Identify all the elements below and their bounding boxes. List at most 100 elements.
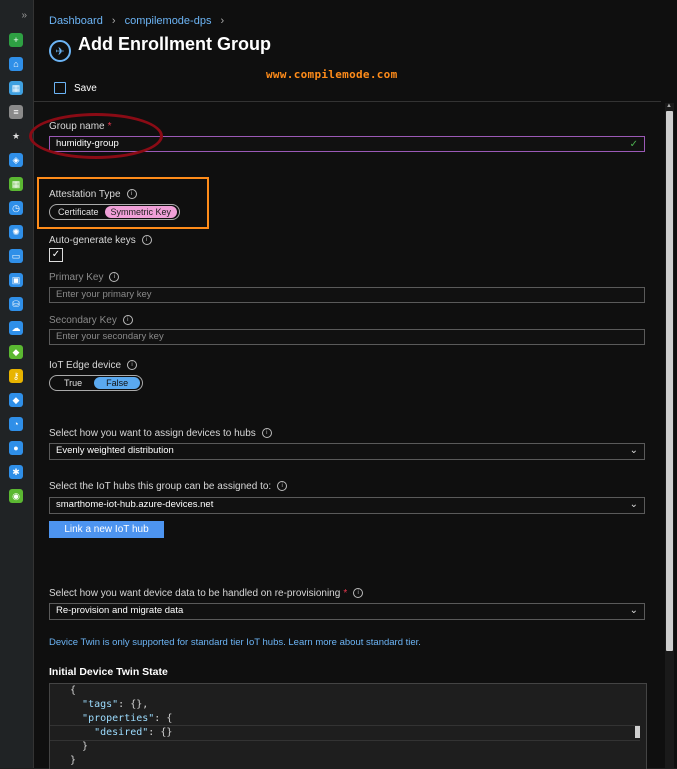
code-line: "desired": {}: [70, 726, 172, 740]
page-title: Add Enrollment Group: [78, 34, 271, 54]
circle-icon[interactable]: ◉: [9, 489, 23, 503]
gauge-icon[interactable]: ◔: [9, 417, 23, 431]
chevron-down-icon: ⌄: [629, 605, 638, 616]
info-icon[interactable]: i: [141, 235, 152, 246]
code-token: : {: [154, 713, 173, 724]
secondary-key-input[interactable]: Enter your secondary key: [49, 329, 645, 345]
reprovision-select[interactable]: Re-provision and migrate data ⌄: [49, 603, 645, 620]
reprovision-label-text: Select how you want device data to be ha…: [49, 588, 341, 599]
iot-hubs-label-text: Select the IoT hubs this group can be as…: [49, 481, 272, 492]
cloud-icon[interactable]: ☁: [9, 321, 23, 335]
required-marker: *: [343, 588, 348, 599]
secondary-key-label: Secondary Key i: [49, 315, 133, 326]
globe-icon[interactable]: ✺: [9, 225, 23, 239]
iot-edge-option-true[interactable]: True: [52, 377, 94, 389]
info-icon[interactable]: i: [109, 272, 120, 283]
annotation-ellipse: [29, 113, 163, 159]
info-icon[interactable]: i: [277, 481, 288, 492]
checkmark-icon: ✓: [629, 139, 638, 150]
virtual-machine-icon[interactable]: ▣: [9, 273, 23, 287]
breadcrumb-dashboard[interactable]: Dashboard: [49, 15, 103, 27]
key-icon[interactable]: ⚷: [9, 369, 23, 383]
primary-key-placeholder: Enter your primary key: [56, 289, 152, 300]
primary-key-label-text: Primary Key: [49, 272, 104, 283]
user-icon[interactable]: ●: [9, 441, 23, 455]
info-icon[interactable]: i: [127, 360, 138, 371]
main-panel: Dashboard › compilemode-dps › ✈ Add Enro…: [29, 0, 677, 769]
monitor-icon[interactable]: ▭: [9, 249, 23, 263]
device-twin-title: Initial Device Twin State: [49, 666, 168, 678]
list-icon[interactable]: ≡: [9, 105, 23, 119]
code-token: "desired": [94, 727, 149, 738]
chevron-right-icon: ›: [111, 15, 116, 27]
code-line: "properties": {: [70, 712, 172, 726]
plus-icon[interactable]: +: [9, 33, 23, 47]
info-icon[interactable]: i: [353, 588, 364, 599]
diamond-icon[interactable]: ◆: [9, 393, 23, 407]
primary-key-label: Primary Key i: [49, 272, 120, 283]
code-token: "properties": [82, 713, 155, 724]
star-icon[interactable]: ★: [9, 129, 23, 143]
resource-group-icon[interactable]: ◈: [9, 153, 23, 167]
vertical-scrollbar[interactable]: ▲: [665, 103, 674, 768]
primary-key-input[interactable]: Enter your primary key: [49, 287, 645, 303]
dps-icon: ✈: [49, 40, 71, 62]
iot-hubs-label: Select the IoT hubs this group can be as…: [49, 481, 288, 492]
secondary-key-label-text: Secondary Key: [49, 315, 117, 326]
auto-generate-keys-checkbox[interactable]: ✓: [49, 248, 63, 262]
code-line: {: [70, 684, 76, 698]
code-token: }: [82, 741, 89, 752]
iot-edge-label-text: IoT Edge device: [49, 360, 122, 371]
info-icon[interactable]: i: [122, 315, 133, 326]
secondary-key-placeholder: Enter your secondary key: [56, 331, 164, 342]
reprovision-value: Re-provision and migrate data: [56, 605, 184, 616]
iot-edge-option-false[interactable]: False: [94, 377, 141, 389]
auto-generate-keys-label: Auto-generate keys i: [49, 235, 152, 246]
chevron-right-icon: ›: [220, 15, 225, 27]
sidebar: » + ⌂ ▦ ≡ ★ ◈ ▦ ◷ ✺ ▭ ▣ ⛁ ☁ ◆ ⚷ ◆ ◔ ● ✱ ◉: [0, 0, 34, 768]
code-token: "tags": [82, 699, 119, 710]
assign-devices-value: Evenly weighted distribution: [56, 445, 174, 456]
reprovision-label: Select how you want device data to be ha…: [49, 588, 364, 599]
database-icon[interactable]: ⛁: [9, 297, 23, 311]
iot-edge-toggle: True False: [49, 375, 144, 391]
auto-generate-keys-label-text: Auto-generate keys: [49, 235, 136, 246]
scroll-up-icon[interactable]: ▲: [666, 103, 672, 109]
iot-hubs-select[interactable]: smarthome-iot-hub.azure-devices.net ⌄: [49, 497, 645, 514]
iot-hubs-value: smarthome-iot-hub.azure-devices.net: [56, 499, 214, 510]
network-icon[interactable]: ✱: [9, 465, 23, 479]
info-icon[interactable]: i: [261, 428, 272, 439]
code-line: }: [70, 754, 76, 768]
home-icon[interactable]: ⌂: [9, 57, 23, 71]
editor-scroll-indicator: [635, 726, 640, 738]
code-line: }: [70, 740, 88, 754]
watermark-text: www.compilemode.com: [266, 68, 398, 81]
code-token: {: [70, 685, 77, 696]
scrollbar-thumb[interactable]: [666, 111, 673, 651]
annotation-rectangle: [37, 177, 209, 229]
chevron-down-icon: ⌄: [629, 445, 638, 456]
assign-devices-label: Select how you want to assign devices to…: [49, 428, 272, 439]
save-button[interactable]: Save: [54, 82, 97, 94]
clock-icon[interactable]: ◷: [9, 201, 23, 215]
assign-devices-label-text: Select how you want to assign devices to…: [49, 428, 256, 439]
code-token: : {},: [118, 699, 149, 710]
toolbar-divider: [34, 101, 661, 102]
dashboard-icon[interactable]: ▦: [9, 81, 23, 95]
chevron-down-icon: ⌄: [629, 499, 638, 510]
breadcrumb: Dashboard › compilemode-dps ›: [49, 15, 230, 27]
device-twin-editor[interactable]: { "tags": {}, "properties": { "desired":…: [49, 683, 647, 769]
iot-edge-label: IoT Edge device i: [49, 360, 138, 371]
code-line: "tags": {},: [70, 698, 148, 712]
code-token: }: [70, 755, 77, 766]
save-icon: [54, 82, 66, 94]
shield-icon[interactable]: ◆: [9, 345, 23, 359]
code-token: : {}: [148, 727, 173, 738]
device-twin-tier-link[interactable]: Device Twin is only supported for standa…: [49, 637, 421, 648]
save-label: Save: [74, 82, 97, 94]
breadcrumb-dps[interactable]: compilemode-dps: [125, 15, 212, 27]
link-iot-hub-button[interactable]: Link a new IoT hub: [49, 521, 164, 538]
all-resources-icon[interactable]: ▦: [9, 177, 23, 191]
assign-devices-select[interactable]: Evenly weighted distribution ⌄: [49, 443, 645, 460]
double-chevron-right-icon[interactable]: »: [0, 10, 33, 21]
